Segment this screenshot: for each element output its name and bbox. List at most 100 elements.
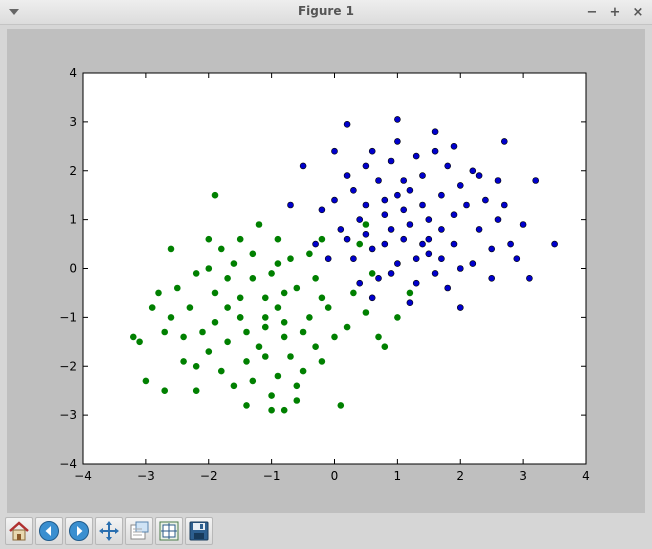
data-point-s0-57 — [387, 270, 395, 277]
window-title: Figure 1 — [297, 4, 355, 18]
scatter-plot: −4 −3 −2 −1 0 1 2 3 4 −4 −3 −2 −1 0 1 2 3 4 — [59, 66, 590, 483]
navigation-toolbar — [0, 513, 652, 549]
data-point-s0-76 — [324, 255, 332, 262]
y-tick-label: −3 — [59, 408, 77, 422]
y-tick-label: 3 — [69, 115, 77, 129]
data-point-s0-61 — [444, 162, 452, 170]
data-point-s1-15 — [287, 255, 294, 262]
data-point-s0-26 — [532, 177, 540, 184]
data-point-s1-58 — [243, 358, 250, 365]
data-point-s0-51 — [450, 240, 458, 248]
pan-button[interactable] — [95, 517, 123, 545]
data-point-s1-50 — [211, 289, 219, 297]
data-point-s0-73 — [362, 231, 370, 238]
y-tick-label: 1 — [69, 213, 77, 227]
home-icon — [9, 521, 29, 541]
data-point-s0-66 — [438, 226, 445, 233]
data-point-s0-48 — [425, 216, 433, 223]
data-point-s1-3 — [293, 284, 301, 292]
data-point-s0-46 — [337, 226, 345, 233]
data-point-s1-18 — [343, 323, 351, 331]
data-point-s1-32 — [337, 402, 345, 409]
data-point-s0-62 — [312, 240, 319, 248]
data-point-s0-55 — [431, 270, 439, 277]
minimize-button[interactable]: − — [582, 2, 602, 22]
data-point-s0-19 — [343, 235, 351, 243]
data-point-s1-44 — [199, 328, 206, 336]
configure-subplots-button[interactable] — [155, 517, 183, 545]
data-point-s0-7 — [438, 255, 445, 262]
data-point-s1-45 — [324, 304, 332, 311]
save-button[interactable] — [185, 517, 213, 545]
data-point-s1-76 — [236, 235, 244, 243]
data-point-s1-31 — [243, 402, 250, 409]
data-point-s0-18 — [318, 206, 326, 214]
data-point-s0-47 — [381, 240, 389, 248]
data-point-s0-24 — [507, 240, 514, 248]
data-point-s1-10 — [312, 343, 319, 351]
data-point-s1-24 — [155, 289, 162, 297]
data-point-s0-45 — [463, 201, 470, 209]
data-point-s1-25 — [142, 377, 150, 385]
y-tick-label: 2 — [69, 164, 77, 178]
data-point-s1-35 — [356, 240, 364, 248]
data-point-s0-17 — [494, 216, 502, 223]
zoom-button[interactable] — [125, 517, 153, 545]
data-point-s0-8 — [475, 226, 483, 233]
figure-canvas[interactable]: −4 −3 −2 −1 0 1 2 3 4 −4 −3 −2 −1 0 1 2 3 4 — [7, 29, 645, 513]
data-point-s1-52 — [287, 353, 294, 360]
data-point-s1-23 — [299, 367, 307, 375]
data-point-s1-82 — [161, 387, 168, 395]
data-point-s0-35 — [406, 299, 414, 307]
data-point-s0-70 — [381, 211, 389, 218]
data-point-s0-44 — [412, 255, 420, 262]
home-button[interactable] — [5, 517, 33, 545]
data-point-s0-42 — [438, 191, 445, 199]
data-point-s0-53 — [375, 177, 382, 184]
data-point-s1-5 — [261, 353, 269, 360]
data-point-s0-69 — [412, 152, 420, 160]
data-point-s0-23 — [362, 162, 370, 170]
data-point-s1-16 — [249, 250, 257, 258]
data-point-s0-21 — [469, 260, 477, 267]
data-point-s0-5 — [400, 177, 408, 184]
data-point-s0-22 — [394, 138, 401, 145]
back-arrow-icon — [39, 521, 59, 541]
y-tick-label: 0 — [69, 262, 77, 276]
data-point-s0-67 — [343, 172, 351, 179]
data-point-s0-32 — [287, 201, 294, 209]
data-point-s1-46 — [280, 289, 288, 297]
floppy-disk-icon — [189, 521, 209, 541]
data-point-s0-72 — [394, 191, 401, 199]
data-point-s0-11 — [419, 201, 426, 209]
zoom-rect-icon — [130, 521, 149, 540]
data-point-s0-58 — [488, 245, 496, 253]
data-point-s0-1 — [381, 196, 389, 204]
data-point-s0-20 — [444, 284, 452, 292]
x-tick-label: 2 — [456, 469, 464, 483]
data-point-s0-31 — [299, 162, 307, 170]
y-tick-label: −2 — [59, 359, 77, 373]
data-point-s1-67 — [161, 328, 168, 336]
data-point-s0-15 — [375, 275, 382, 282]
data-point-s1-13 — [274, 372, 282, 380]
data-point-s1-78 — [362, 221, 370, 228]
x-tick-label: −3 — [137, 469, 155, 483]
data-point-s0-39 — [419, 240, 426, 248]
data-point-s1-57 — [174, 284, 181, 292]
data-point-s1-21 — [192, 270, 200, 277]
data-point-s0-56 — [331, 196, 338, 204]
data-point-s1-2 — [236, 294, 244, 302]
data-point-s0-4 — [450, 211, 458, 218]
back-button[interactable] — [35, 517, 63, 545]
forward-button[interactable] — [65, 517, 93, 545]
data-point-s0-79 — [331, 147, 338, 155]
data-point-s1-83 — [293, 397, 301, 404]
data-point-s1-6 — [306, 314, 313, 321]
close-button[interactable]: × — [628, 2, 648, 22]
data-point-s0-36 — [368, 294, 376, 302]
data-point-s0-52 — [406, 187, 414, 194]
y-tick-label: −1 — [59, 310, 77, 324]
maximize-button[interactable]: + — [605, 2, 625, 22]
data-point-s0-75 — [450, 143, 458, 150]
